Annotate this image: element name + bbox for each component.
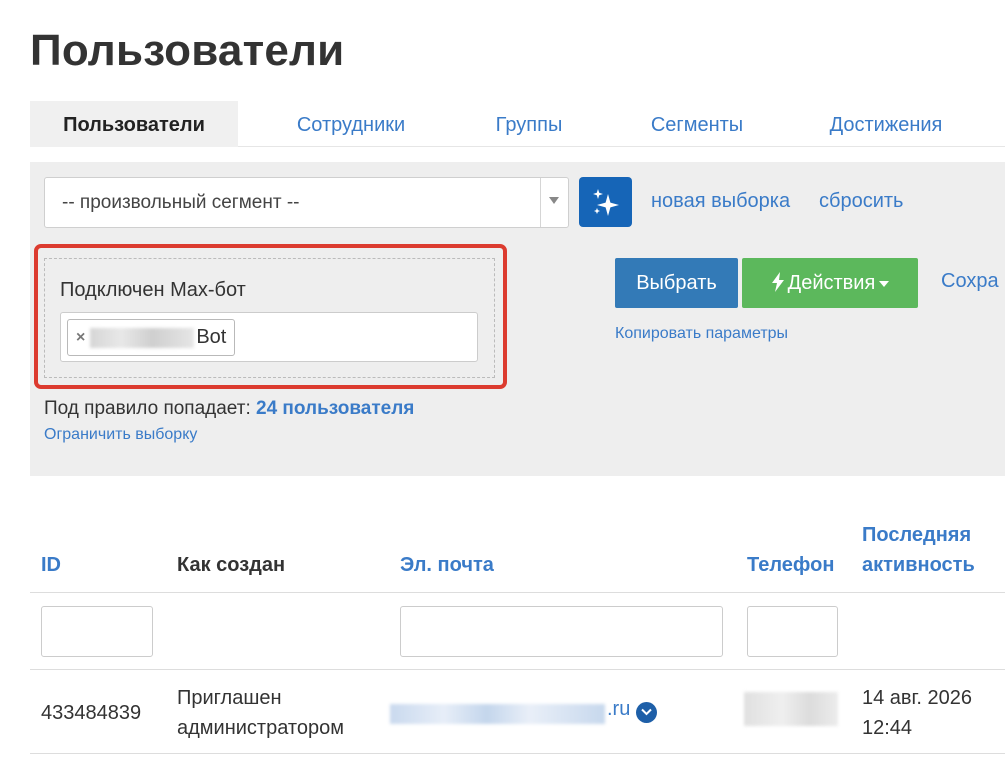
chevron-down-icon: [549, 197, 559, 204]
sparkles-icon: [593, 189, 619, 216]
redacted-bot-name: [90, 327, 195, 348]
redacted-email[interactable]: [390, 704, 605, 724]
save-link[interactable]: Сохра: [941, 270, 999, 293]
caret-down-icon: [879, 280, 890, 287]
tag-suffix: Bot: [196, 326, 227, 348]
selected-bot-tag: × Bot: [67, 319, 236, 356]
activity-time: 12:44: [862, 717, 913, 739]
column-header-created: Как создан: [177, 554, 286, 576]
column-header-id[interactable]: ID: [41, 550, 61, 580]
email-domain[interactable]: .ru: [607, 698, 630, 721]
page-title: Пользователи: [30, 26, 345, 75]
tab-groups[interactable]: Группы: [476, 101, 582, 147]
actions-label: Действия: [787, 272, 876, 294]
email-filter-input[interactable]: [400, 606, 723, 657]
new-selection-link[interactable]: новая выборка: [651, 190, 790, 213]
rule-tag-input[interactable]: × Bot: [60, 312, 478, 362]
column-header-last-activity-line1[interactable]: Последняя: [862, 520, 971, 550]
segment-select-value: -- произвольный сегмент --: [62, 192, 300, 213]
rule-count: Под правило попадает: 24 пользователя: [44, 398, 414, 420]
filter-panel: -- произвольный сегмент -- новая выборка…: [30, 162, 1005, 476]
segment-select[interactable]: -- произвольный сегмент --: [44, 177, 569, 228]
created-line1: Приглашен: [177, 687, 282, 709]
user-id[interactable]: 433484839: [41, 698, 141, 728]
close-icon[interactable]: ×: [76, 329, 85, 347]
id-filter-input[interactable]: [41, 606, 153, 657]
copy-params-link[interactable]: Копировать параметры: [615, 325, 788, 343]
actions-button[interactable]: Действия: [742, 258, 918, 308]
tab-users[interactable]: Пользователи: [30, 101, 238, 147]
column-header-phone[interactable]: Телефон: [747, 550, 834, 580]
chevron-down-circle-icon[interactable]: [636, 702, 657, 723]
rule-count-prefix: Под правило попадает:: [44, 398, 257, 419]
tab-achievements[interactable]: Достижения: [814, 101, 958, 147]
header-divider: [30, 592, 1005, 593]
rule-condition: Подключен Max-бот × Bot: [44, 258, 495, 378]
redacted-phone: [744, 692, 838, 726]
activity-date: 14 авг. 2026: [862, 687, 973, 709]
rule-count-value[interactable]: 24 пользователя: [256, 398, 414, 419]
filter-row-divider: [30, 669, 1005, 670]
select-button[interactable]: Выбрать: [615, 258, 738, 308]
limit-selection-link[interactable]: Ограничить выборку: [44, 426, 197, 444]
select-divider: [540, 178, 541, 227]
row-divider: [30, 753, 1005, 754]
column-header-email[interactable]: Эл. почта: [400, 550, 494, 580]
rule-label: Подключен Max-бот: [60, 279, 246, 301]
created-line2: администратором: [177, 717, 344, 739]
magic-segment-button[interactable]: [579, 177, 632, 227]
bolt-icon: [771, 272, 784, 292]
tab-segments[interactable]: Сегменты: [630, 101, 764, 147]
phone-filter-input[interactable]: [747, 606, 838, 657]
tab-employees[interactable]: Сотрудники: [272, 101, 430, 147]
reset-link[interactable]: сбросить: [819, 190, 903, 213]
column-header-last-activity-line2[interactable]: активность: [862, 550, 975, 580]
tab-bar: Пользователи Сотрудники Группы Сегменты …: [30, 101, 1005, 147]
